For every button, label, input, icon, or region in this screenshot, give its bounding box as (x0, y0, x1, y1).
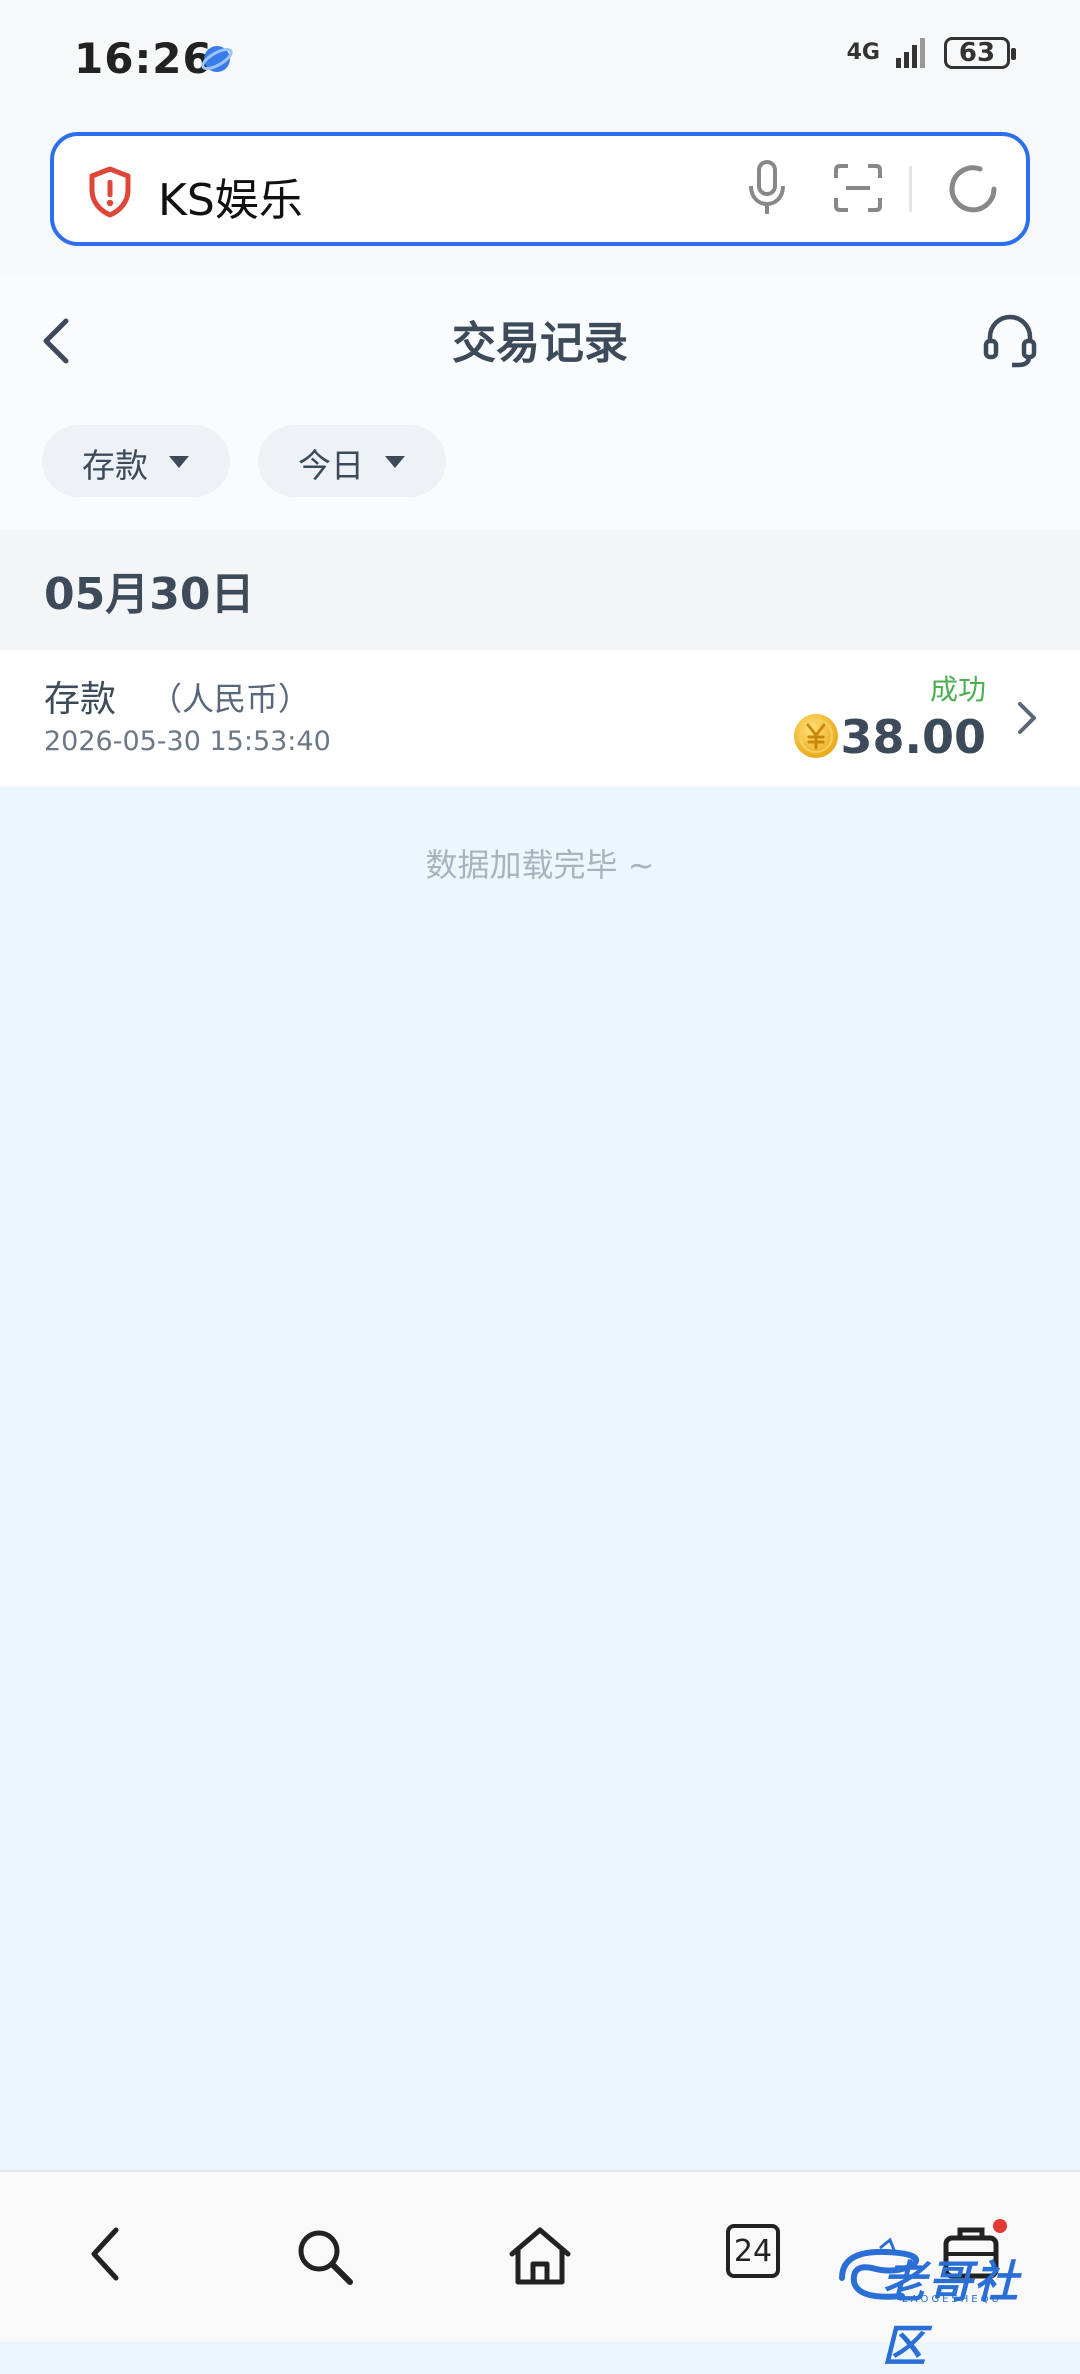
planet-icon (201, 46, 233, 72)
caret-down-icon (169, 456, 189, 468)
date-group-label: 05月30日 (44, 569, 255, 620)
yuan-coin-icon (794, 714, 838, 758)
scan-icon[interactable] (832, 162, 884, 214)
caret-down-icon (385, 456, 405, 468)
status-indicators: 4G 63 (846, 36, 1016, 70)
status-bar: 16:26 4G 63 (0, 0, 1080, 120)
signal-icon (896, 38, 925, 68)
transaction-time: 2026-05-30 15:53:40 (44, 726, 331, 757)
battery-indicator: 63 (944, 37, 1016, 69)
tab-count: 24 (726, 2224, 780, 2278)
date-group-header: 05月30日 (0, 530, 1080, 650)
network-type: 4G (846, 40, 880, 65)
status-time: 16:26 (74, 34, 213, 83)
nav-tabs-button[interactable]: 24 (726, 2224, 782, 2280)
customer-service-headset-icon[interactable] (980, 309, 1040, 369)
filter-date-dropdown[interactable]: 今日 (258, 425, 446, 497)
watermark-text: 老哥社区 (882, 2257, 1020, 2372)
shield-warning-icon[interactable] (86, 166, 134, 218)
filter-type-dropdown[interactable]: 存款 (42, 425, 230, 497)
watermark-logo: 老哥社区 LAOGESHEQU (832, 2238, 1062, 2372)
transaction-row[interactable]: 存款 （人民币） 2026-05-30 15:53:40 成功 38.00 (0, 650, 1080, 786)
search-divider (909, 166, 912, 212)
refresh-icon[interactable] (944, 160, 1002, 218)
page-header: 交易记录 存款 今日 (0, 275, 1080, 530)
microphone-icon[interactable] (744, 158, 790, 218)
list-end-message: 数据加载完毕 ~ (425, 846, 655, 884)
transaction-type: 存款 (44, 679, 117, 720)
transaction-amount: 38.00 (840, 710, 986, 764)
watermark-subtext: LAOGESHEQU (902, 2294, 1002, 2305)
search-box[interactable]: KS娱乐 (50, 132, 1030, 246)
page-title: 交易记录 (452, 318, 628, 369)
transaction-status: 成功 (929, 673, 986, 706)
browser-search-area: KS娱乐 (0, 120, 1080, 275)
search-query[interactable]: KS娱乐 (158, 164, 303, 228)
filter-type-label: 存款 (82, 446, 148, 485)
chevron-right-icon[interactable] (1014, 698, 1040, 738)
nav-home-icon[interactable] (504, 2224, 576, 2288)
nav-back-icon[interactable] (88, 2224, 124, 2284)
transaction-currency: （人民币） (150, 680, 311, 718)
nav-search-icon[interactable] (292, 2224, 356, 2288)
filter-date-label: 今日 (298, 446, 364, 485)
